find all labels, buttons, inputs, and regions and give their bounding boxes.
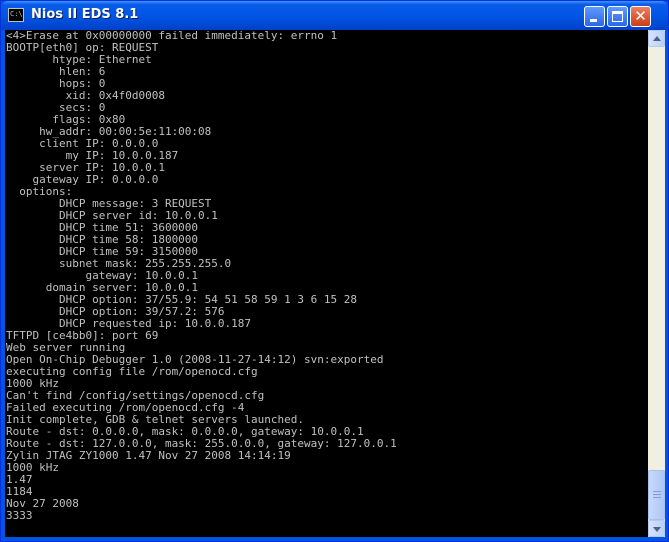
console-line: 1.47 [6,473,33,486]
maximize-icon [612,11,623,22]
scroll-down-button[interactable] [648,520,665,537]
console-line: Zylin JTAG ZY1000 1.47 Nov 27 2008 14:14… [6,449,291,462]
console-app-icon[interactable]: C:\ [8,8,24,22]
window-frame-bottom [1,537,668,541]
grip-icon [653,497,661,498]
minimize-icon [590,19,597,22]
console-line: 1184 [6,485,33,498]
app-icon-text: C:\ [10,10,23,18]
scroll-up-button[interactable] [648,30,665,47]
arrow-up-icon [653,36,661,41]
console-output[interactable]: <4>Erase at 0x00000000 failed immediatel… [5,30,648,537]
arrow-down-icon [653,527,661,532]
grip-icon [653,491,661,492]
grip-icon [653,494,661,495]
console-line: 1000 kHz [6,461,59,474]
window-title: Nios II EDS 8.1 [31,7,139,22]
vertical-scrollbar[interactable] [648,30,665,537]
title-bar[interactable]: C:\ Nios II EDS 8.1 ✕ [1,1,668,30]
console-window: C:\ Nios II EDS 8.1 ✕ <4>Erase at 0x0000… [0,0,669,542]
console-line: executing config file /rom/openocd.cfg [6,365,258,378]
scroll-thumb[interactable] [648,470,665,520]
maximize-button[interactable] [607,6,628,27]
console-line: 3333 [6,509,33,522]
close-icon: ✕ [634,7,647,25]
console-line: gateway IP: 0.0.0.0 [6,173,159,186]
close-button[interactable]: ✕ [630,6,651,27]
minimize-button[interactable] [584,6,605,27]
console-line: Nov 27 2008 [6,497,79,510]
